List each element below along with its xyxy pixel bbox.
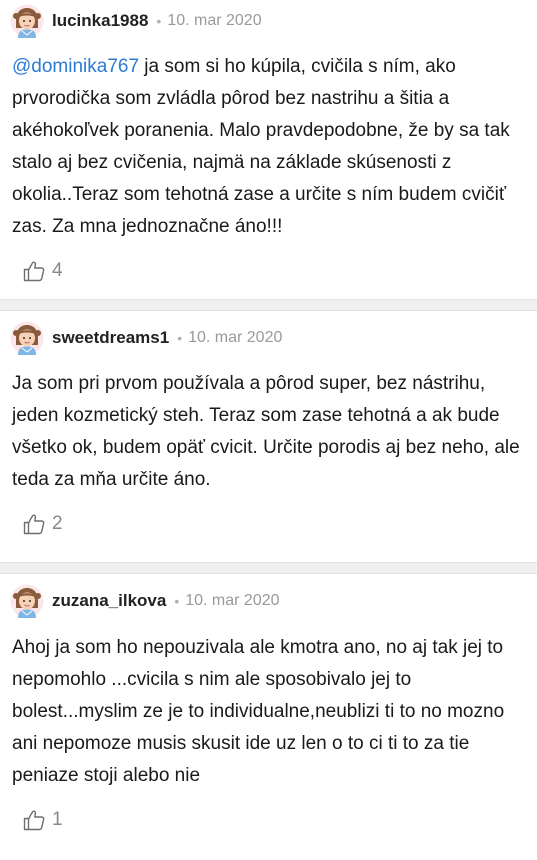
mention-link[interactable]: @dominika767 [12, 56, 139, 77]
comment-date: 10. mar 2020 [188, 329, 283, 346]
comment-item: lucinka1988 • 10. mar 2020 @dominika767 … [0, 0, 537, 299]
like-area: 4 [0, 249, 537, 293]
username[interactable]: lucinka1988 [52, 11, 148, 31]
avatar[interactable] [10, 584, 44, 618]
comment-text-content: ja som si ho kúpila, cvičila s ním, ako … [12, 56, 510, 237]
thumb-up-icon[interactable] [22, 808, 46, 832]
separator-dot: • [156, 13, 162, 29]
divider [0, 299, 537, 311]
comment-text: Ja som pri prvom používala a pôrod super… [12, 373, 520, 490]
comment-header: sweetdreams1 • 10. mar 2020 [0, 317, 537, 359]
comment-header: lucinka1988 • 10. mar 2020 [0, 0, 537, 42]
comment-header: zuzana_ilkova • 10. mar 2020 [0, 580, 537, 622]
comment-item: zuzana_ilkova • 10. mar 2020 Ahoj ja som… [0, 580, 537, 860]
avatar[interactable] [10, 4, 44, 38]
thumb-up-icon[interactable] [22, 512, 46, 536]
like-count: 4 [52, 260, 63, 281]
like-count: 2 [52, 513, 63, 534]
like-area: 2 [0, 502, 537, 546]
comment-text: @dominika767 ja som si ho kúpila, cvičil… [0, 42, 537, 243]
like-count: 1 [52, 809, 63, 830]
thumb-up-icon[interactable] [22, 259, 46, 283]
separator-dot: • [177, 330, 183, 346]
separator-dot: • [174, 593, 180, 609]
divider [0, 562, 537, 574]
comment-date: 10. mar 2020 [167, 12, 262, 29]
like-area: 1 [0, 798, 537, 842]
comment-item: sweetdreams1 • 10. mar 2020 Ja som pri p… [0, 317, 537, 562]
username[interactable]: zuzana_ilkova [52, 591, 166, 611]
avatar[interactable] [10, 321, 44, 355]
username[interactable]: sweetdreams1 [52, 328, 169, 348]
comment-text: Ahoj ja som ho nepouzivala ale kmotra an… [12, 637, 505, 786]
comment-date: 10. mar 2020 [185, 592, 280, 609]
